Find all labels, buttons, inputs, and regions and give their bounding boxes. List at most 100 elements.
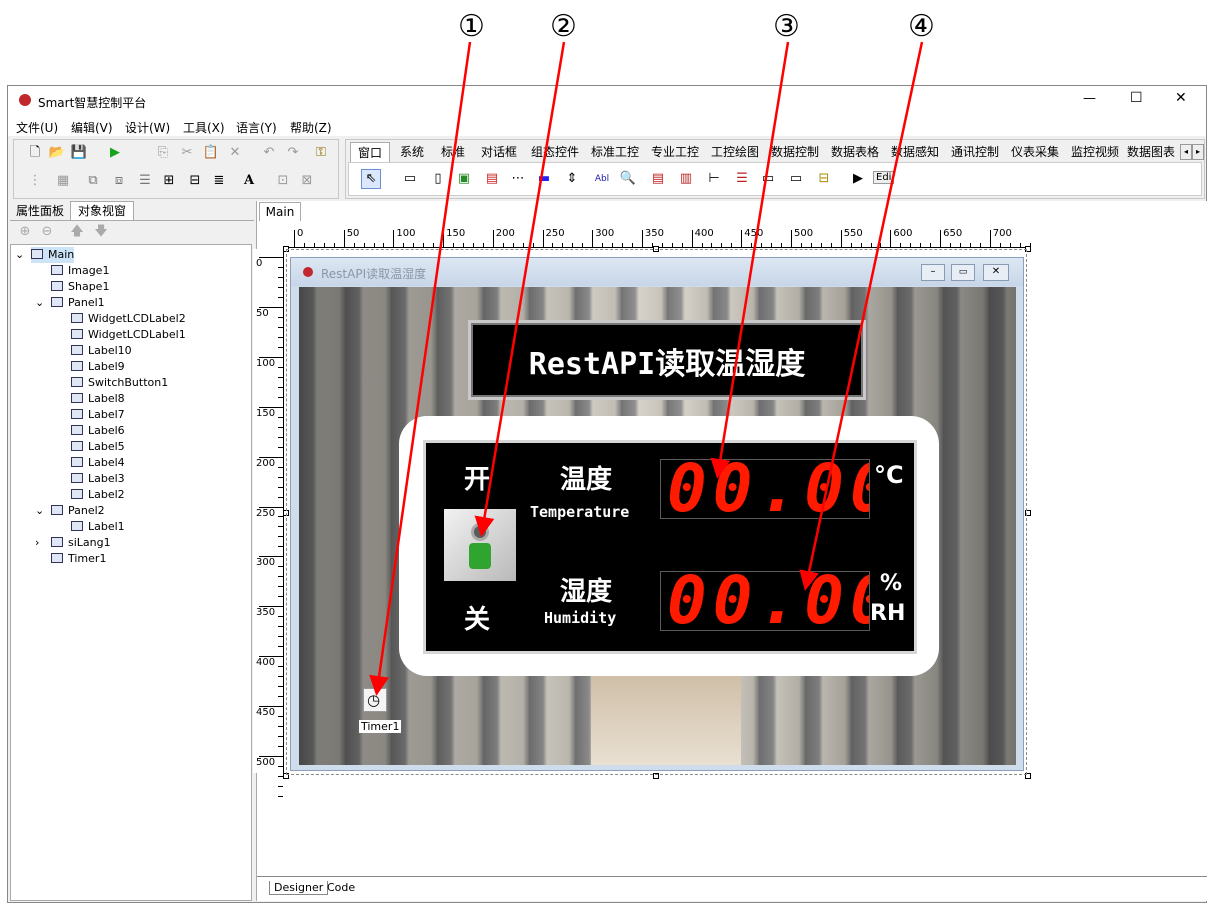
palette-form2-icon[interactable]: ▥ [677, 170, 695, 188]
palette-tab-dialog[interactable]: 对话框 [474, 142, 524, 162]
palette-play-icon[interactable]: ▶ [849, 170, 867, 188]
form-maximize-button[interactable]: ▭ [951, 264, 975, 281]
tree-item[interactable]: WidgetLCDLabel1 [71, 327, 186, 343]
tab-designer[interactable]: Designer [269, 881, 329, 895]
palette-tab-scada[interactable]: 组态控件 [526, 142, 584, 162]
tree-item[interactable]: ⌄ Panel2 [35, 503, 105, 519]
tree-item[interactable]: Timer1 [51, 551, 106, 567]
key-icon[interactable]: ⚿ [312, 144, 330, 162]
palette-tab-instrument[interactable]: 仪表采集 [1006, 142, 1064, 162]
save-icon[interactable]: 💾 [70, 144, 88, 162]
palette-label-icon[interactable]: Abl [593, 170, 611, 188]
palette-form-icon[interactable]: ▤ [649, 170, 667, 188]
palette-panel-icon[interactable]: ▯ [429, 170, 447, 188]
tree-item[interactable]: Shape1 [51, 279, 109, 295]
palette-tab-comm[interactable]: 通讯控制 [946, 142, 1004, 162]
tree-item[interactable]: Label4 [71, 455, 125, 471]
palette-tree-icon[interactable]: ⊢ [705, 170, 723, 188]
palette-bar2-icon[interactable]: ▭ [787, 170, 805, 188]
tree-item[interactable]: Image1 [51, 263, 109, 279]
menu-file[interactable]: 文件(U) [16, 119, 58, 136]
tree-item[interactable]: Label5 [71, 439, 125, 455]
palette-memo-icon[interactable]: ▤ [483, 170, 501, 188]
send-back-icon[interactable]: ⧈ [110, 172, 128, 190]
tree-item[interactable]: ⌄ Panel1 [35, 295, 105, 311]
tree-expander-icon[interactable]: ⌄ [35, 503, 44, 519]
menu-tools[interactable]: 工具(X) [183, 119, 225, 136]
palette-tab-window[interactable]: 窗口 [350, 142, 390, 163]
palette-search-icon[interactable]: 🔍 [619, 170, 637, 188]
bring-front-icon[interactable]: ⧉ [84, 172, 102, 190]
tree-down-icon[interactable]: 🡇 [92, 223, 110, 241]
designed-form[interactable]: RestAPI读取温湿度 – ▭ ✕ RestAPI读取温湿度 开 关 温度 T… [290, 257, 1024, 771]
tree-item[interactable]: SwitchButton1 [71, 375, 168, 391]
palette-tab-chart[interactable]: 数据图表 [1126, 142, 1176, 162]
palette-tab-standard[interactable]: 标准 [434, 142, 472, 162]
tree-add-icon[interactable]: ⊕ [16, 223, 34, 241]
align-icon[interactable]: ⋮ [26, 172, 44, 190]
tree-expander-icon[interactable]: › [35, 535, 39, 551]
palette-edit-icon[interactable]: ▬ [535, 170, 553, 188]
tree-item[interactable]: Label9 [71, 359, 125, 375]
tab-object-view[interactable]: 对象视窗 [70, 201, 134, 221]
palette-scroll-left-icon[interactable]: ◂ [1180, 144, 1192, 160]
minimize-button[interactable]: — [1083, 91, 1096, 106]
palette-spin-icon[interactable]: ⇕ [563, 170, 581, 188]
palette-list-icon[interactable]: ☰ [733, 170, 751, 188]
palette-tab-video[interactable]: 监控视频 [1066, 142, 1124, 162]
form-minimize-button[interactable]: – [921, 264, 945, 281]
tree-up-icon[interactable]: 🡅 [68, 223, 86, 241]
tree-item[interactable]: Label7 [71, 407, 125, 423]
palette-frame-icon[interactable]: ▭ [401, 170, 419, 188]
palette-bar-icon[interactable]: ▭ [759, 170, 777, 188]
open-folder-icon[interactable]: 📂 [48, 144, 66, 162]
new-file-icon[interactable]: 🗋 [26, 144, 44, 162]
menu-edit[interactable]: 编辑(V) [71, 119, 113, 136]
palette-scroll-right-icon[interactable]: ▸ [1192, 144, 1204, 160]
tree-item[interactable]: Label8 [71, 391, 125, 407]
undo-icon[interactable]: ↶ [260, 144, 278, 162]
tree-item[interactable]: Label1 [71, 519, 125, 535]
close-button[interactable]: ✕ [1175, 90, 1187, 106]
tree-item[interactable]: › siLang1 [35, 535, 111, 551]
tree-item[interactable]: Label6 [71, 423, 125, 439]
tab-code[interactable]: Code [323, 881, 359, 894]
maximize-button[interactable]: ☐ [1130, 90, 1143, 106]
grid-icon[interactable]: ▦ [54, 172, 72, 190]
timer-component[interactable]: ◷ [363, 688, 387, 712]
palette-tab-system[interactable]: 系统 [392, 142, 432, 162]
palette-image-icon[interactable]: ▣ [455, 170, 473, 188]
palette-tab-industrial-draw[interactable]: 工控绘图 [706, 142, 764, 162]
form-close-button[interactable]: ✕ [983, 264, 1009, 281]
palette-divider-icon[interactable]: ⋯ [509, 170, 527, 188]
size-icon[interactable]: ⊡ [274, 172, 292, 190]
menu-language[interactable]: 语言(Y) [236, 119, 277, 136]
tree-item[interactable]: Label10 [71, 343, 132, 359]
palette-tab-std-industrial[interactable]: 标准工控 [586, 142, 644, 162]
pointer-icon[interactable]: ⇖ [361, 169, 381, 189]
space-icon[interactable]: ⊠ [298, 172, 316, 190]
tab-order-icon[interactable]: ☰ [136, 172, 154, 190]
palette-tab-pro-industrial[interactable]: 专业工控 [646, 142, 704, 162]
menu-design[interactable]: 设计(W) [125, 119, 170, 136]
copy-icon[interactable]: ⎘ [154, 144, 172, 162]
switch-button[interactable] [444, 509, 516, 581]
palette-edit-item[interactable]: Edi [873, 171, 895, 184]
tab-properties[interactable]: 属性面板 [12, 202, 68, 220]
tree-item[interactable]: WidgetLCDLabel2 [71, 311, 186, 327]
tree-item[interactable]: ⌄ Main [15, 247, 75, 263]
font-icon[interactable]: A [240, 172, 258, 190]
redo-icon[interactable]: ↷ [284, 144, 302, 162]
palette-tab-data-table[interactable]: 数据表格 [826, 142, 884, 162]
tree-remove-icon[interactable]: ⊖ [38, 223, 56, 241]
tree-expander-icon[interactable]: ⌄ [35, 295, 44, 311]
cut-icon[interactable]: ✂ [178, 144, 196, 162]
lock-icon[interactable]: ⊟ [186, 172, 204, 190]
component-icon[interactable]: ⊞ [160, 172, 178, 190]
palette-db-icon[interactable]: ⊟ [815, 170, 833, 188]
palette-tab-data-sense[interactable]: 数据感知 [886, 142, 944, 162]
list-icon[interactable]: ≣ [210, 172, 228, 190]
tree-item[interactable]: Label2 [71, 487, 125, 503]
delete-icon[interactable]: ✕ [226, 144, 244, 162]
tree-expander-icon[interactable]: ⌄ [15, 247, 24, 263]
